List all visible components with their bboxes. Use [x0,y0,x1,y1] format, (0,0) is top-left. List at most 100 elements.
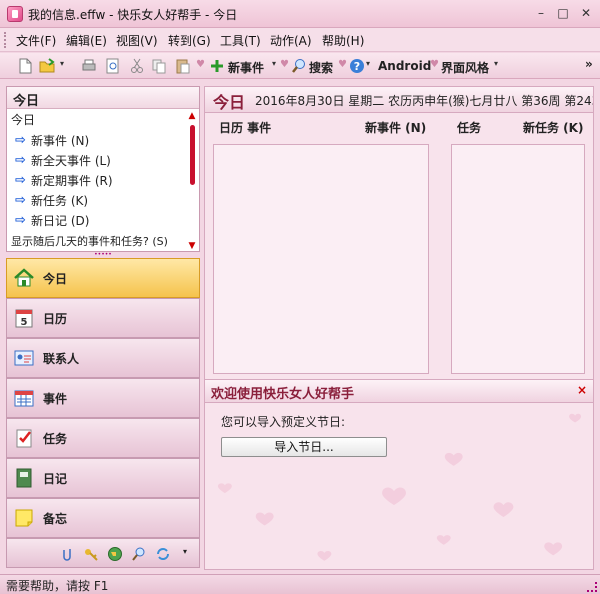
add-plus-icon[interactable] [208,57,226,75]
quick-new-allday-event[interactable]: ⇨ 新全天事件 (L) [7,150,199,170]
menu-edit[interactable]: 编辑(E) [66,32,107,49]
nav-today[interactable]: 今日 [6,258,200,298]
arrow-right-icon: ⇨ [15,192,26,208]
new-event-dropdown-icon[interactable]: ▾ [272,59,276,68]
help-dropdown-icon[interactable]: ▾ [366,59,370,68]
svg-text:?: ? [354,60,360,73]
quick-item-label[interactable]: 新任务 (K) [31,192,88,209]
find-icon[interactable] [131,546,147,562]
globe-icon[interactable] [107,546,123,562]
nav-notes[interactable]: 备忘 [6,498,200,538]
scroll-down-icon[interactable]: ▼ [187,241,197,251]
sticky-note-icon [15,509,33,527]
date-header: 今日 2016年8月30日 星期二 农历丙申年(猴)七月廿八 第36周 第243… [205,87,593,113]
nav-label: 联系人 [43,351,80,366]
nav-tasks[interactable]: 任务 [6,418,200,458]
tasks-list[interactable] [451,144,585,374]
menu-grip[interactable] [4,32,7,48]
calendar-icon: 5 [15,309,33,328]
quick-item-label[interactable]: 新定期事件 (R) [31,172,113,189]
minimize-button[interactable]: – [532,5,550,21]
sync-icon[interactable] [155,546,171,562]
import-holidays-button[interactable]: 导入节日... [221,437,387,457]
nav-label: 日历 [43,311,68,326]
nav-label: 备忘 [43,511,68,526]
attachment-icon[interactable] [59,546,75,562]
android-button[interactable]: Android [378,59,431,73]
paste-icon[interactable] [174,57,192,75]
nav-contacts[interactable]: 联系人 [6,338,200,378]
menu-tools[interactable]: 工具(T) [220,32,261,49]
search-button[interactable]: 搜索 [309,59,333,76]
house-icon [14,268,34,287]
welcome-bar: 欢迎使用快乐女人好帮手 × [205,379,593,403]
copy-icon[interactable] [150,57,168,75]
nav-diary[interactable]: 日记 [6,458,200,498]
nav-label: 任务 [43,431,68,446]
page-title: 今日 [213,93,246,112]
help-icon[interactable]: ? [348,57,366,75]
toolbar: ▾ ♥ 新事件 ▾ ♥ 搜索 ♥ ? ▾ Android ♥ 界面风格 ▾ » [0,53,600,79]
events-list[interactable] [213,144,429,374]
new-task-link[interactable]: 新任务 (K) [523,119,583,136]
maximize-button[interactable]: □ [554,5,572,21]
diary-book-icon [16,468,32,488]
arrow-right-icon: ⇨ [15,132,26,148]
toolbar-heart-separator: ♥ [280,59,289,70]
menu-help[interactable]: 帮助(H) [322,32,364,49]
toolbar-heart-separator: ♥ [430,59,439,70]
quick-item-label[interactable]: 新事件 (N) [31,132,89,149]
quick-item-label[interactable]: 新日记 (D) [31,212,89,229]
quick-item-label[interactable]: 新全天事件 (L) [31,152,111,169]
scroll-thumb[interactable] [190,125,195,185]
print-preview-icon[interactable] [104,57,122,75]
nav-label: 事件 [43,391,68,406]
scroll-up-icon[interactable]: ▲ [187,111,197,121]
resize-grip[interactable] [587,582,597,592]
key-icon[interactable] [83,546,99,562]
import-holidays-label: 您可以导入预定义节日: [221,415,346,429]
cut-icon[interactable] [128,57,146,75]
toolbar-overflow-icon[interactable]: » [585,57,593,71]
shortcut-dropdown-icon[interactable]: ▾ [183,547,187,556]
quick-new-recurring-event[interactable]: ⇨ 新定期事件 (R) [7,170,199,190]
skin-button[interactable]: 界面风格 [441,59,489,76]
app-icon [7,6,23,22]
open-folder-icon[interactable] [38,57,56,75]
close-button[interactable]: ✕ [577,5,595,21]
title-bar: 我的信息.effw - 快乐女人好帮手 - 今日 – □ ✕ [0,0,600,28]
nav-calendar[interactable]: 5 日历 [6,298,200,338]
menu-actions[interactable]: 动作(A) [270,32,312,49]
print-icon[interactable] [80,57,98,75]
status-text: 需要帮助，请按 F1 [6,579,109,593]
svg-text:5: 5 [21,317,28,328]
menu-view[interactable]: 视图(V) [116,32,158,49]
quick-new-event[interactable]: ⇨ 新事件 (N) [7,130,199,150]
nav-events[interactable]: 事件 [6,378,200,418]
quick-new-diary[interactable]: ⇨ 新日记 (D) [7,210,199,230]
event-calendar-icon [14,390,34,407]
arrow-right-icon: ⇨ [15,212,26,228]
status-bar: 需要帮助，请按 F1 [0,574,600,594]
search-icon[interactable] [290,57,308,75]
window-title: 我的信息.effw - 快乐女人好帮手 - 今日 [28,8,238,22]
menu-bar: 文件(F) 编辑(E) 视图(V) 转到(G) 工具(T) 动作(A) 帮助(H… [0,28,600,52]
open-dropdown-icon[interactable]: ▾ [60,59,64,68]
today-box-header: 今日 [7,87,199,109]
menu-goto[interactable]: 转到(G) [168,32,211,49]
arrow-right-icon: ⇨ [15,172,26,188]
menu-file[interactable]: 文件(F) [16,32,56,49]
today-scrollbar[interactable]: ▲ ▼ [187,111,197,251]
welcome-close-icon[interactable]: × [577,383,587,397]
arrow-right-icon: ⇨ [15,152,26,168]
toolbar-heart-separator: ♥ [338,59,347,70]
checklist-icon [16,429,32,448]
new-event-button[interactable]: 新事件 [228,59,264,76]
today-box-subheader: 今日 [11,113,36,127]
contact-card-icon [14,350,34,366]
show-upcoming-link[interactable]: 显示随后几天的事件和任务? (S) [11,233,185,249]
quick-new-task[interactable]: ⇨ 新任务 (K) [7,190,199,210]
new-document-icon[interactable] [16,57,34,75]
skin-dropdown-icon[interactable]: ▾ [494,59,498,68]
new-event-link[interactable]: 新事件 (N) [365,119,426,136]
